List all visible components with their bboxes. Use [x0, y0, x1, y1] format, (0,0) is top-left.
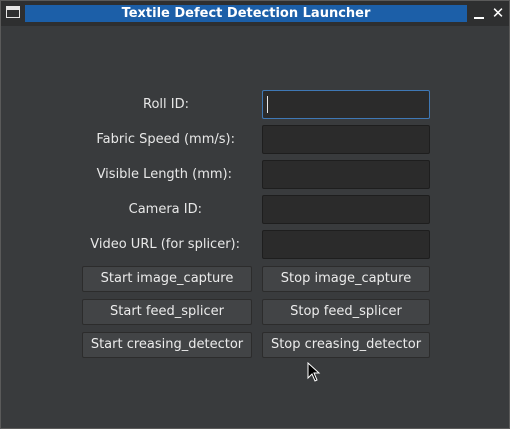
fabric-speed-label: Fabric Speed (mm/s): [96, 132, 235, 147]
window-title: Textile Defect Detection Launcher [121, 6, 371, 21]
stop-creasing-detector-button[interactable]: Stop creasing_detector [262, 332, 430, 358]
roll-id-input[interactable] [262, 90, 430, 119]
visible-length-input[interactable] [262, 160, 430, 189]
start-feed-splicer-button[interactable]: Start feed_splicer [82, 299, 252, 325]
roll-id-label: Roll ID: [143, 97, 189, 112]
window-icon[interactable] [6, 6, 20, 18]
close-icon[interactable]: ✕ [490, 4, 506, 22]
camera-id-label: Camera ID: [128, 202, 202, 217]
stop-image-capture-button[interactable]: Stop image_capture [262, 266, 430, 292]
launcher-window: Textile Defect Detection Launcher ✕ Roll… [0, 0, 510, 429]
title-bar[interactable]: Textile Defect Detection Launcher ✕ [1, 1, 509, 26]
start-creasing-detector-button[interactable]: Start creasing_detector [82, 332, 252, 358]
camera-id-input[interactable] [262, 195, 430, 224]
fabric-speed-input[interactable] [262, 125, 430, 154]
video-url-label: Video URL (for splicer): [90, 237, 240, 252]
text-caret [267, 96, 268, 113]
stop-feed-splicer-button[interactable]: Stop feed_splicer [262, 299, 430, 325]
minimize-icon[interactable] [471, 4, 487, 22]
visible-length-label: Visible Length (mm): [96, 167, 232, 182]
video-url-input[interactable] [262, 230, 430, 259]
mouse-pointer-icon [307, 362, 321, 382]
start-image-capture-button[interactable]: Start image_capture [82, 266, 252, 292]
